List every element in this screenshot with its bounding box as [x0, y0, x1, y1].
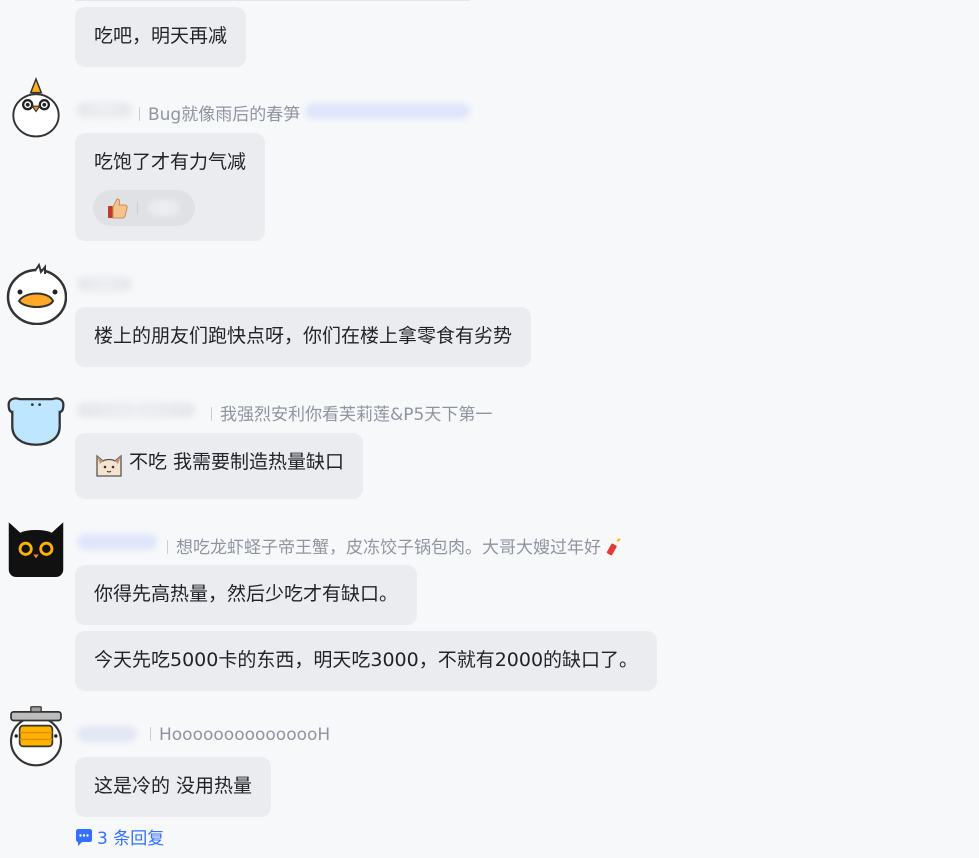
view-replies-link[interactable]: 3 条回复	[75, 824, 164, 849]
separator	[150, 727, 151, 741]
comment-icon	[76, 829, 92, 846]
comment-text: 今天先吃5000卡的东西，明天吃3000，不就有2000的缺口了。	[94, 649, 639, 671]
separator	[137, 201, 138, 215]
username-blurred[interactable]	[77, 102, 132, 118]
user-signature: 我强烈安利你看芙莉莲&P5天下第一	[211, 400, 492, 425]
username-blurred[interactable]	[77, 534, 157, 550]
separator	[167, 540, 168, 554]
divider	[75, 0, 470, 1]
comment-text: 吃饱了才有力气减	[94, 151, 247, 173]
chick-avatar-icon[interactable]	[5, 76, 67, 138]
comment-text: 吃吧，明天再减	[94, 25, 228, 47]
duck-avatar-icon[interactable]	[5, 263, 67, 325]
comment-bubble: 不吃 我需要制造热量缺口	[75, 433, 364, 499]
comment-bubble: 楼上的朋友们跑快点呀，你们在楼上拿零食有劣势	[75, 307, 532, 367]
reaction-chip[interactable]	[93, 190, 195, 226]
user-signature: Bug就像雨后的春笋	[139, 100, 300, 125]
username-blurred[interactable]	[77, 726, 137, 742]
black-cat-avatar-icon[interactable]	[5, 515, 67, 577]
username-blurred[interactable]	[77, 276, 132, 292]
username-blurred[interactable]	[77, 402, 195, 418]
ghost-avatar-icon[interactable]	[5, 390, 67, 452]
thumbs-up-icon	[108, 198, 128, 219]
separator	[139, 107, 140, 121]
replies-count-label: 3 条回复	[97, 829, 165, 849]
comment-bubble: 这是冷的 没用热量	[75, 757, 272, 817]
comment-bubble: 吃吧，明天再减	[75, 7, 247, 67]
comment-text: 你得先高热量，然后少吃才有缺口。	[94, 583, 399, 605]
separator	[211, 407, 212, 421]
comment-text: 不吃 我需要制造热量缺口	[129, 451, 345, 473]
comment-text: 楼上的朋友们跑快点呀，你们在楼上拿零食有劣势	[94, 325, 513, 347]
user-signature: 想吃龙虾蛏子帝王蟹，皮冻饺子锅包肉。大哥大嫂过年好	[167, 533, 622, 558]
comment-bubble: 你得先高热量，然后少吃才有缺口。	[75, 565, 418, 625]
comment-bubble: 今天先吃5000卡的东西，明天吃3000，不就有2000的缺口了。	[75, 631, 658, 691]
user-signature: HooooooooooooooH	[150, 725, 330, 745]
comment-text: 这是冷的 没用热量	[94, 775, 253, 797]
reactor-name-blurred	[147, 200, 181, 216]
signature-blurred	[305, 103, 470, 119]
cat-face-icon	[96, 454, 122, 477]
toaster-avatar-icon[interactable]	[5, 705, 67, 767]
firecracker-icon	[607, 538, 621, 556]
